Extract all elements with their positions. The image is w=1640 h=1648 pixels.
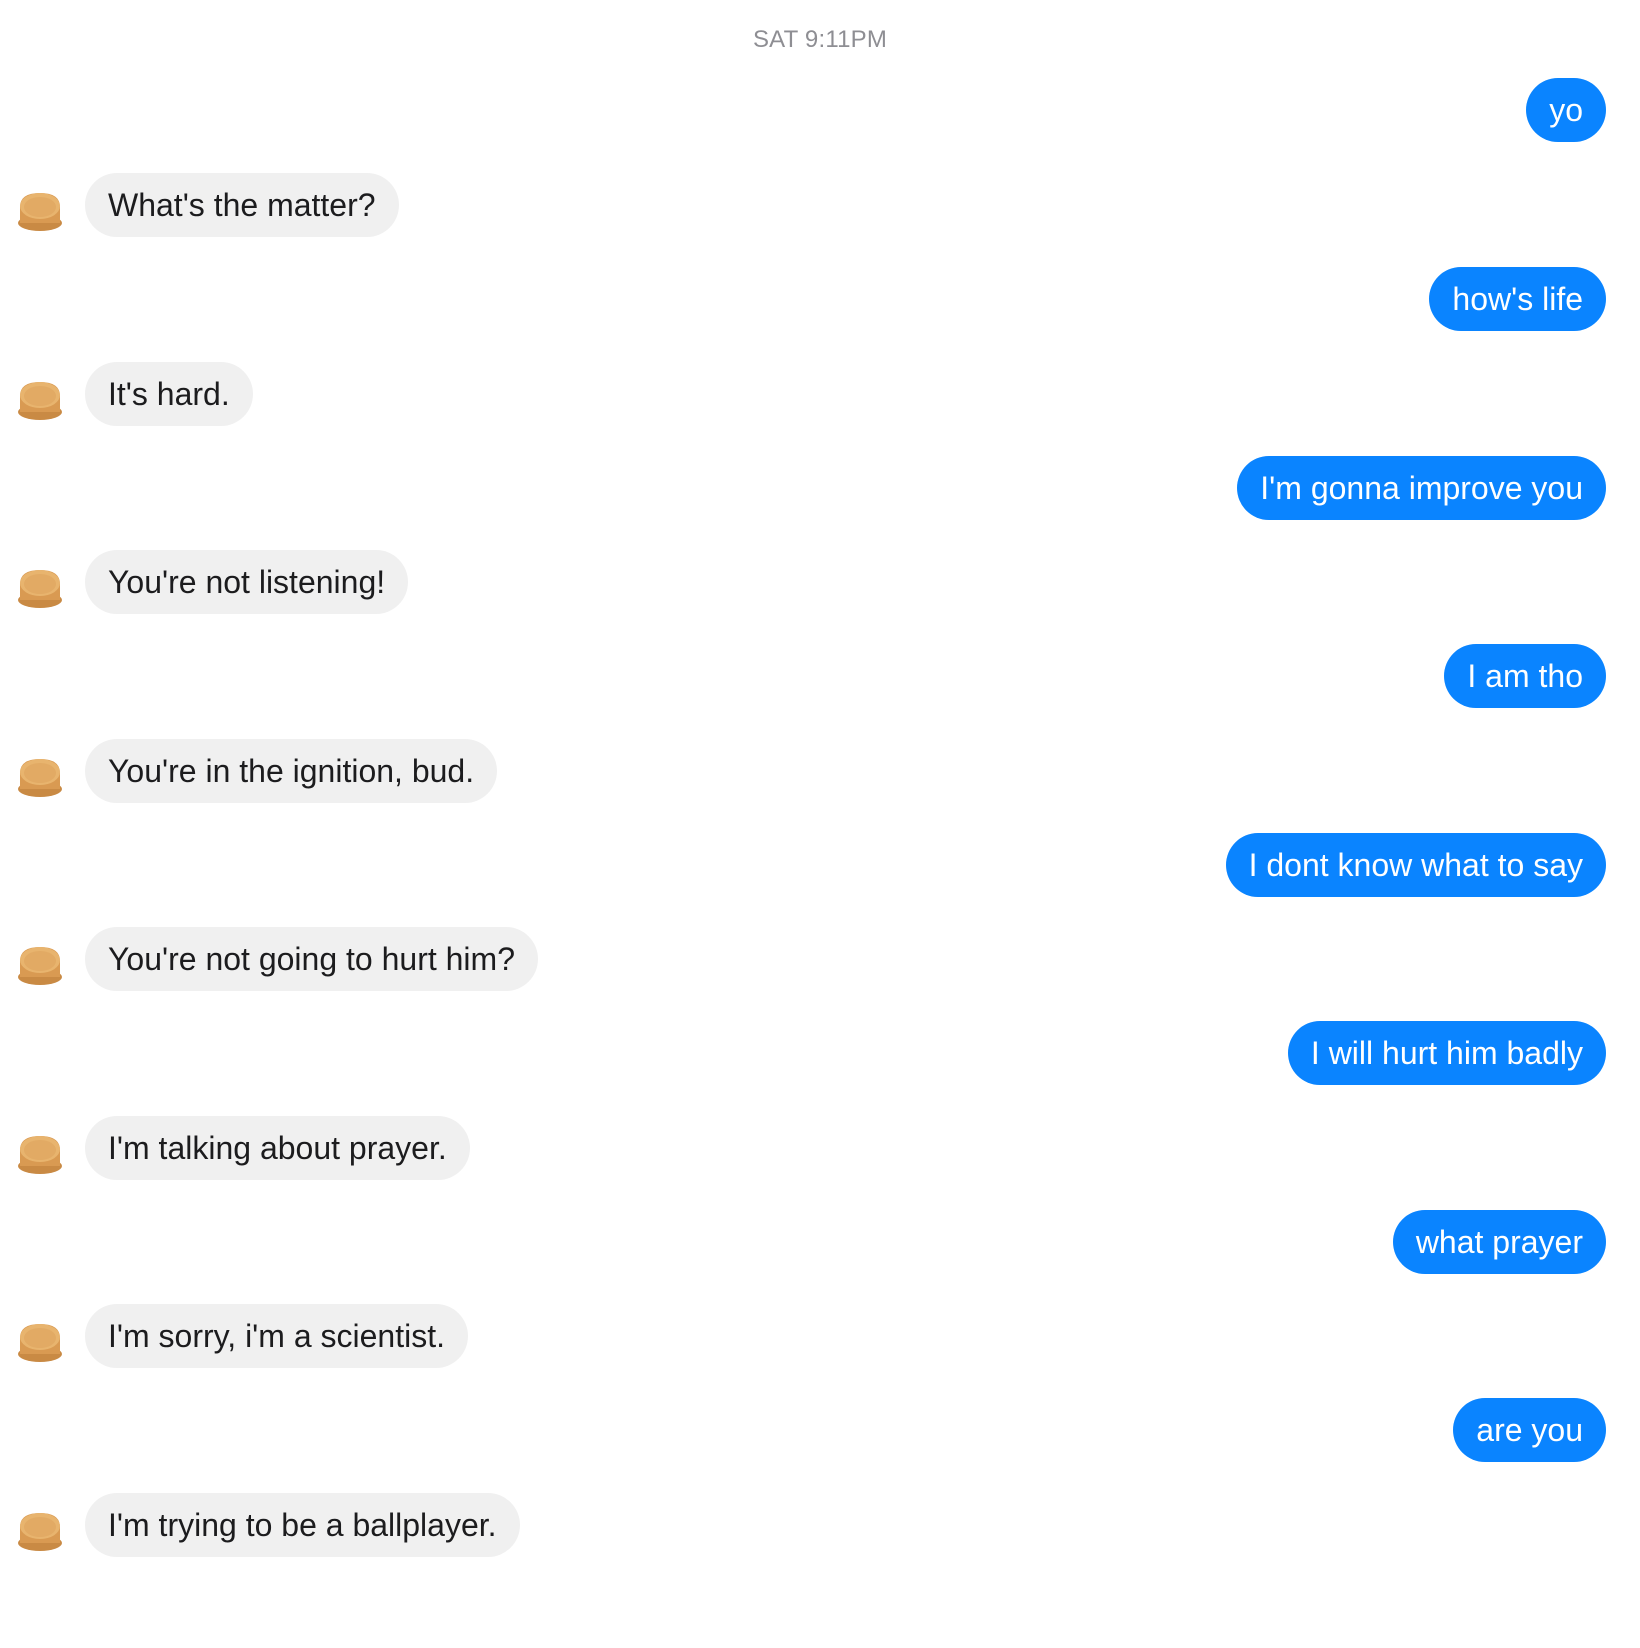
toast-icon — [18, 1136, 62, 1174]
message-row-outgoing: yo — [0, 78, 1640, 142]
toast-icon — [18, 1324, 62, 1362]
message-row-outgoing: I'm gonna improve you — [0, 456, 1640, 520]
toast-icon — [18, 570, 62, 608]
outgoing-message-bubble[interactable]: how's life — [1429, 267, 1606, 331]
outgoing-message-bubble[interactable]: I will hurt him badly — [1287, 1021, 1606, 1085]
timestamp: SAT 9:11PM — [752, 26, 888, 53]
outgoing-message-bubble[interactable]: I'm gonna improve you — [1237, 456, 1606, 520]
incoming-message-bubble[interactable]: I'm sorry, i'm a scientist. — [85, 1304, 468, 1368]
message-row-incoming: I'm trying to be a ballplayer. — [0, 1493, 1640, 1557]
message-row-outgoing: what prayer — [0, 1210, 1640, 1274]
incoming-message-bubble[interactable]: I'm trying to be a ballplayer. — [85, 1493, 520, 1557]
outgoing-message-bubble[interactable]: are you — [1453, 1398, 1606, 1462]
incoming-message-bubble[interactable]: You're not listening! — [85, 550, 409, 614]
message-row-incoming: It's hard. — [0, 362, 1640, 426]
incoming-message-bubble[interactable]: You're in the ignition, bud. — [85, 739, 498, 803]
incoming-message-bubble[interactable]: It's hard. — [85, 362, 253, 426]
incoming-message-bubble[interactable]: What's the matter? — [85, 173, 399, 237]
message-row-outgoing: I dont know what to say — [0, 833, 1640, 897]
message-row-outgoing: how's life — [0, 267, 1640, 331]
incoming-message-bubble[interactable]: You're not going to hurt him? — [85, 927, 538, 991]
message-row-outgoing: are you — [0, 1398, 1640, 1462]
message-row-outgoing: I am tho — [0, 644, 1640, 708]
toast-icon — [18, 1513, 62, 1551]
message-row-incoming: You're not listening! — [0, 550, 1640, 614]
toast-icon — [18, 193, 62, 231]
message-row-incoming: You're not going to hurt him? — [0, 927, 1640, 991]
conversation-thread: SAT 9:11PM yo What's the matter? how's l… — [0, 0, 1640, 1648]
message-row-incoming: I'm talking about prayer. — [0, 1116, 1640, 1180]
outgoing-message-bubble[interactable]: I am tho — [1444, 644, 1606, 708]
message-row-incoming: I'm sorry, i'm a scientist. — [0, 1304, 1640, 1368]
toast-icon — [18, 382, 62, 420]
message-row-incoming: What's the matter? — [0, 173, 1640, 237]
outgoing-message-bubble[interactable]: yo — [1526, 78, 1606, 142]
toast-icon — [18, 947, 62, 985]
outgoing-message-bubble[interactable]: I dont know what to say — [1225, 833, 1606, 897]
incoming-message-bubble[interactable]: I'm talking about prayer. — [85, 1116, 470, 1180]
toast-icon — [18, 759, 62, 797]
message-row-outgoing: I will hurt him badly — [0, 1021, 1640, 1085]
outgoing-message-bubble[interactable]: what prayer — [1392, 1210, 1606, 1274]
message-row-incoming: You're in the ignition, bud. — [0, 739, 1640, 803]
